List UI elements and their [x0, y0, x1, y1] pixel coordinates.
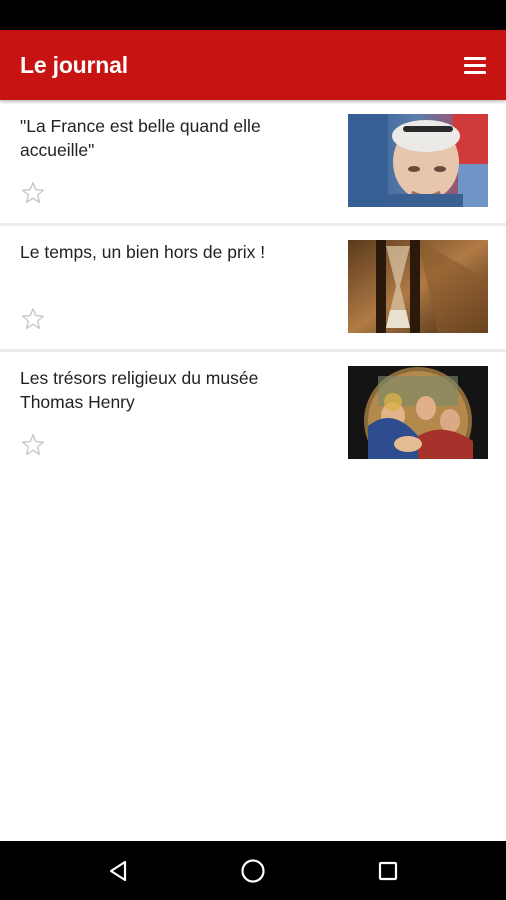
- home-button[interactable]: [233, 851, 273, 891]
- hourglass: [348, 240, 488, 333]
- article-thumbnail: [348, 366, 488, 459]
- status-bar: [0, 0, 506, 30]
- star-outline-icon: [22, 308, 44, 329]
- hamburger-menu-icon: [464, 56, 486, 60]
- menu-button[interactable]: [460, 50, 490, 80]
- list-item[interactable]: Le temps, un bien hors de prix !: [0, 226, 506, 352]
- recents-square-icon: [379, 861, 398, 880]
- article-title: "La France est belle quand elle accueill…: [20, 116, 261, 160]
- home-circle-icon: [241, 858, 265, 883]
- app-title: Le journal: [20, 51, 128, 78]
- back-triangle-icon: [109, 860, 126, 881]
- article-title: Les trésors religieux du musée Thomas He…: [20, 368, 259, 412]
- religious-painting-tondo: [348, 366, 488, 459]
- article-thumbnail: [348, 240, 488, 333]
- system-nav-bar: [0, 841, 506, 900]
- back-button[interactable]: [98, 851, 138, 891]
- portrait-man-glasses: [348, 114, 488, 207]
- list-item[interactable]: "La France est belle quand elle accueill…: [0, 100, 506, 226]
- favorite-button[interactable]: [20, 306, 46, 332]
- app-bar: Le journal: [0, 30, 506, 100]
- star-outline-icon: [22, 182, 44, 203]
- favorite-button[interactable]: [20, 432, 46, 458]
- recents-button[interactable]: [368, 851, 408, 891]
- list-item[interactable]: Les trésors religieux du musée Thomas He…: [0, 352, 506, 478]
- star-outline-icon: [22, 434, 44, 455]
- article-title: Le temps, un bien hors de prix !: [20, 242, 266, 262]
- article-thumbnail: [348, 114, 488, 207]
- favorite-button[interactable]: [20, 180, 46, 206]
- article-list: "La France est belle quand elle accueill…: [0, 100, 506, 478]
